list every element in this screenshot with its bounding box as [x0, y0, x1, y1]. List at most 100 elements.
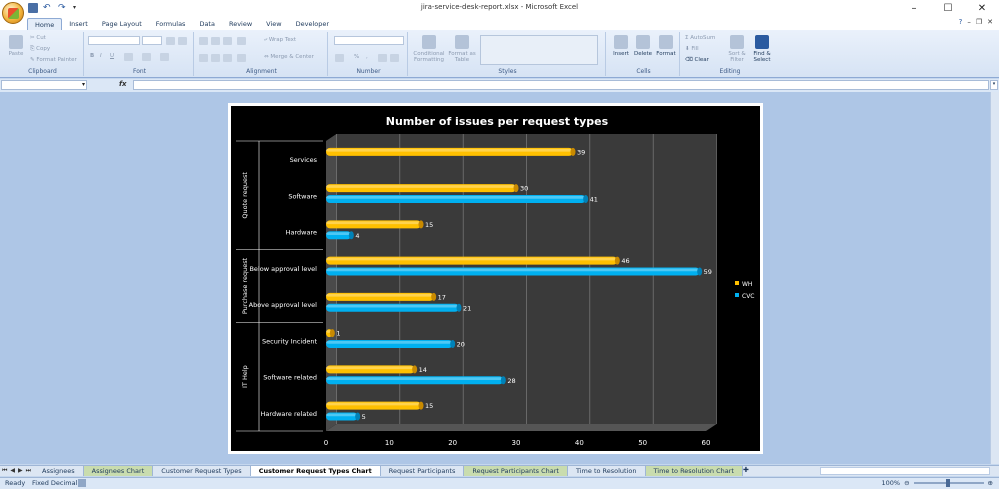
sheet-tab-request-participants[interactable]: Request Participants [381, 466, 465, 476]
autosum-button[interactable]: Σ AutoSum [685, 35, 715, 41]
bar-wh[interactable] [326, 329, 335, 338]
office-button[interactable] [2, 2, 24, 24]
workbook-close-icon[interactable]: ✕ [987, 18, 993, 26]
align-bottom-icon[interactable] [223, 37, 232, 45]
align-top-icon[interactable] [199, 37, 208, 45]
bar-wh[interactable] [326, 220, 424, 229]
bar-cvc[interactable] [326, 267, 703, 276]
horizontal-scrollbar[interactable] [820, 467, 990, 475]
bar-chart[interactable]: Number of issues per request types 0 10 20… [231, 106, 760, 451]
number-format-select[interactable] [334, 36, 404, 45]
sheet-tab-time-to-resolution-chart[interactable]: Time to Resolution Chart [645, 466, 743, 476]
macro-record-icon[interactable] [78, 479, 86, 487]
chart-area[interactable]: Number of issues per request types 0 10 20… [231, 106, 760, 451]
tab-review[interactable]: Review [222, 18, 259, 30]
minimize-button[interactable]: – [897, 0, 931, 17]
grow-font-icon[interactable] [166, 37, 175, 45]
zoom-thumb[interactable] [945, 479, 950, 487]
name-box-dropdown-icon[interactable]: ▾ [82, 81, 85, 88]
align-right-icon[interactable] [223, 54, 232, 62]
align-center-icon[interactable] [211, 54, 220, 62]
tab-view[interactable]: View [259, 18, 288, 30]
currency-icon[interactable] [335, 54, 344, 62]
tab-developer[interactable]: Developer [289, 18, 336, 30]
conditional-formatting-button[interactable]: Conditional Formatting [412, 35, 446, 63]
orientation-icon[interactable] [237, 37, 246, 45]
cut-button[interactable]: ✂ Cut [30, 35, 46, 41]
format-painter-button[interactable]: ✎ Format Painter [30, 57, 77, 63]
ribbon-restore-icon[interactable]: ❐ [976, 18, 982, 26]
formula-input[interactable] [133, 80, 989, 90]
tab-page-layout[interactable]: Page Layout [95, 18, 149, 30]
prev-sheet-icon[interactable]: ◀ [10, 467, 15, 475]
zoom-level[interactable]: 100% [882, 479, 901, 487]
close-button[interactable]: ✕ [965, 0, 999, 17]
expand-formula-bar-icon[interactable]: ▾ [990, 80, 998, 90]
italic-button[interactable]: I [100, 53, 102, 59]
format-cells-button[interactable]: Format [654, 35, 678, 57]
zoom-out-icon[interactable]: ⊖ [904, 479, 909, 487]
bar-wh[interactable] [326, 256, 620, 265]
insert-sheet-icon[interactable]: ✚ [743, 466, 755, 476]
align-left-icon[interactable] [199, 54, 208, 62]
comma-button[interactable]: , [366, 54, 368, 60]
sheet-tab-customer-request-types-chart[interactable]: Customer Request Types Chart [250, 466, 381, 476]
vertical-scrollbar[interactable] [990, 92, 999, 464]
zoom-in-icon[interactable]: ⊕ [988, 479, 993, 487]
tab-insert[interactable]: Insert [62, 18, 95, 30]
bar-cvc[interactable] [326, 376, 506, 385]
bold-button[interactable]: B [90, 53, 94, 59]
borders-icon[interactable] [124, 53, 133, 61]
sheet-tab-customer-request-types[interactable]: Customer Request Types [153, 466, 251, 476]
font-name-select[interactable] [88, 36, 140, 45]
fill-color-icon[interactable] [142, 53, 151, 61]
wrap-text-button[interactable]: ⤶ Wrap Text [264, 37, 296, 44]
sheet-tab-assignees[interactable]: Assignees [34, 466, 84, 476]
last-sheet-icon[interactable]: ⏭ [26, 467, 31, 475]
sheet-tab-assignees-chart[interactable]: Assignees Chart [83, 466, 154, 476]
fill-button[interactable]: ⬇ Fill [685, 46, 699, 52]
tab-formulas[interactable]: Formulas [149, 18, 193, 30]
indent-icon[interactable] [237, 54, 246, 62]
increase-decimal-icon[interactable] [378, 54, 387, 62]
bar-cvc[interactable] [326, 231, 354, 240]
ribbon-minimize-icon[interactable]: – [967, 18, 971, 26]
paste-button[interactable]: Paste [5, 35, 27, 57]
help-icon[interactable]: ? [959, 18, 963, 26]
merge-center-button[interactable]: ⇔ Merge & Center [264, 54, 314, 60]
sort-filter-button[interactable]: Sort & Filter [726, 35, 748, 63]
clear-button[interactable]: ⌫ Clear [685, 57, 709, 63]
cell-styles-gallery[interactable] [480, 35, 598, 65]
shrink-font-icon[interactable] [178, 37, 187, 45]
chart-frame[interactable]: Number of issues per request types 0 10 20… [228, 103, 763, 454]
name-box[interactable]: ▾ [1, 80, 87, 90]
maximize-button[interactable]: ☐ [931, 0, 965, 17]
tab-home[interactable]: Home [27, 18, 63, 30]
bar-cvc[interactable] [326, 303, 462, 312]
underline-button[interactable]: U [110, 53, 114, 59]
zoom-slider[interactable] [913, 479, 984, 487]
bar-wh[interactable] [326, 365, 418, 374]
bar-cvc[interactable] [326, 195, 589, 203]
bar-wh[interactable] [326, 401, 424, 410]
find-select-button[interactable]: Find & Select [750, 35, 774, 63]
bar-wh[interactable] [326, 292, 437, 301]
bar-cvc[interactable] [326, 340, 456, 348]
decrease-decimal-icon[interactable] [390, 54, 399, 62]
font-color-icon[interactable] [160, 53, 169, 61]
sheet-tab-request-participants-chart[interactable]: Request Participants Chart [464, 466, 568, 476]
bar-wh[interactable] [326, 147, 576, 156]
bar-cvc[interactable] [326, 412, 361, 421]
format-as-table-button[interactable]: Format as Table [448, 35, 476, 63]
delete-cells-button[interactable]: Delete [632, 35, 654, 57]
align-middle-icon[interactable] [211, 37, 220, 45]
sheet-tab-time-to-resolution[interactable]: Time to Resolution [568, 466, 646, 476]
bar-wh[interactable] [326, 184, 519, 193]
first-sheet-icon[interactable]: ⏮ [2, 467, 7, 475]
copy-button[interactable]: ⎘ Copy [30, 46, 50, 53]
percent-button[interactable]: % [354, 54, 359, 60]
insert-cells-button[interactable]: Insert [610, 35, 632, 57]
insert-function-icon[interactable]: fx [119, 80, 127, 88]
next-sheet-icon[interactable]: ▶ [18, 467, 23, 475]
font-size-select[interactable] [142, 36, 162, 45]
